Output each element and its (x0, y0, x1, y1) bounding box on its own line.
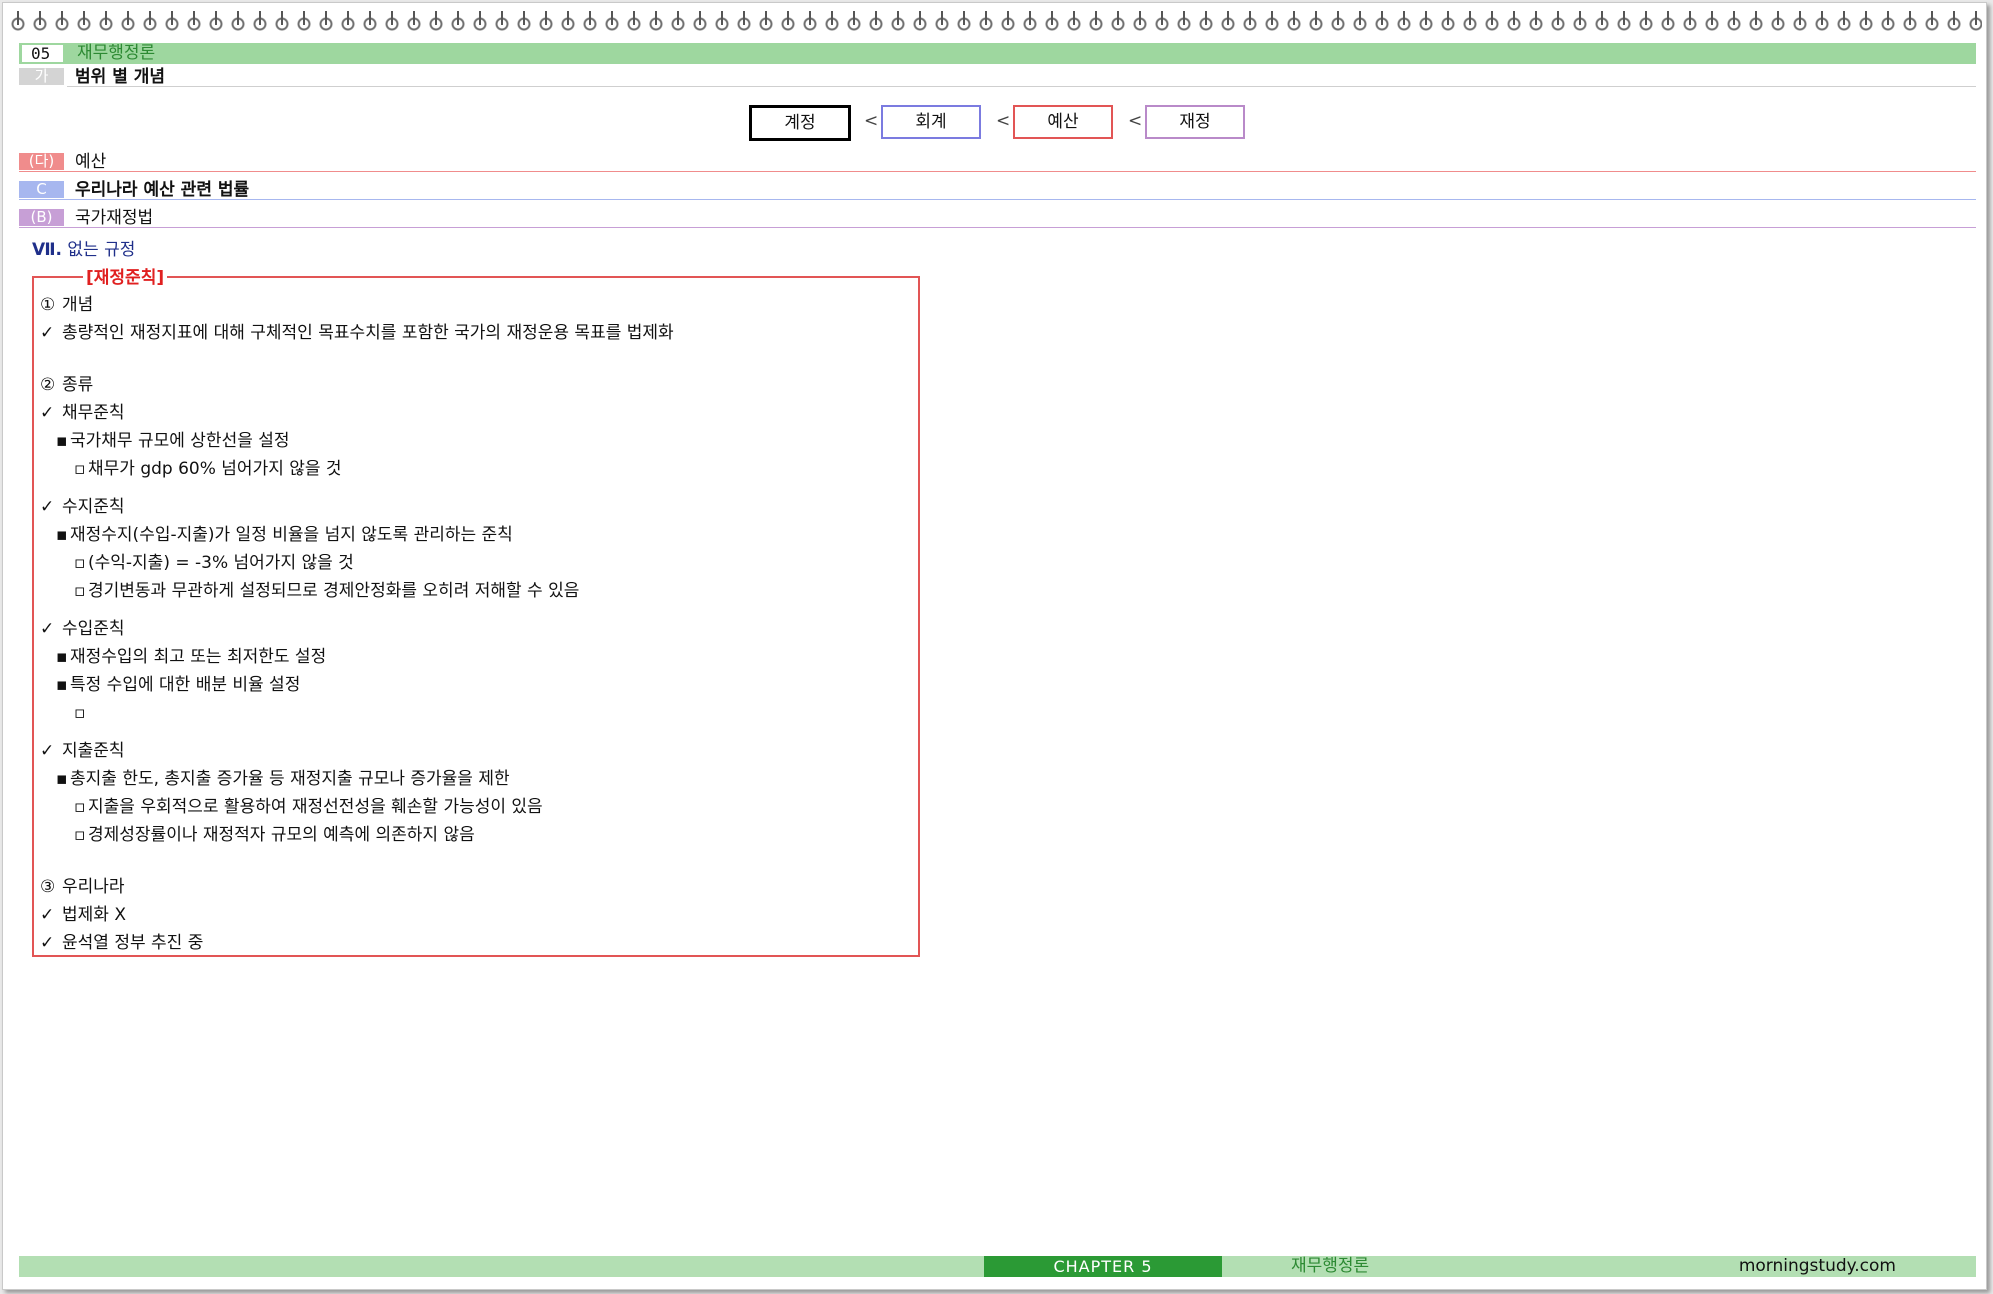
square-bullet-icon: ▪ (56, 647, 68, 667)
check-icon: ✓ (40, 905, 55, 925)
item-text: 법제화 X (62, 905, 126, 925)
less-than-sign: < (996, 111, 1011, 131)
check-icon: ✓ (40, 497, 55, 517)
item-text: (수익-지출) = -3% 넘어가지 않을 것 (88, 553, 354, 573)
item-text: 개념 (62, 295, 94, 315)
chapter-number: 05 (22, 45, 63, 62)
subheading-title: 없는 규정 (67, 240, 136, 260)
list-item: ▪ 총지출 한도, 총지출 증가율 등 재정지출 규모나 증가율을 제한 (56, 768, 510, 790)
footer-site: morningstudy.com (1738, 1256, 1896, 1276)
section-title: 범위 별 개념 (75, 67, 166, 87)
hollow-square-bullet-icon: ▫ (74, 581, 86, 601)
section-rule (19, 227, 1976, 228)
section-rule (19, 199, 1976, 200)
item-text: 국가채무 규모에 상한선을 설정 (70, 431, 290, 451)
section-tag: (다) (19, 153, 64, 170)
item-text: 지출준칙 (62, 741, 125, 761)
list-item: ▪ 특정 수입에 대한 배분 비율 설정 (56, 674, 300, 696)
square-bullet-icon: ▪ (56, 431, 68, 451)
list-item: ✓ 지출준칙 (40, 740, 125, 762)
concept-box-finance: 재정 (1145, 105, 1245, 139)
hollow-square-bullet-icon: ▫ (74, 825, 86, 845)
hollow-square-bullet-icon: ▫ (74, 703, 86, 723)
concept-box-budget: 예산 (1013, 105, 1113, 139)
fiscal-rules-box: [재정준칙] ① 개념 ✓ 총량적인 재정지표에 대해 구체적인 목표수치를 포함한… (32, 269, 920, 957)
chapter-header: 05 재무행정론 (19, 43, 1976, 64)
square-bullet-icon: ▪ (56, 525, 68, 545)
item-text: 종류 (62, 375, 94, 395)
concept-box-accounting: 회계 (881, 105, 981, 139)
section-tag: 가 (19, 68, 64, 85)
hollow-square-bullet-icon: ▫ (74, 553, 86, 573)
item-text: 지출을 우회적으로 활용하여 재정선전성을 훼손할 가능성이 있음 (88, 797, 543, 817)
item-text: 특정 수입에 대한 배분 비율 설정 (70, 675, 301, 695)
list-item: ② 종류 (40, 374, 93, 396)
section-title: 예산 (75, 152, 107, 172)
section-heading-da: (다) 예산 (19, 151, 1976, 173)
footer-title: 재무행정론 (1291, 1256, 1370, 1276)
concept-box-account: 계정 (749, 105, 851, 141)
list-item: ▫ 지출을 우회적으로 활용하여 재정선전성을 훼손할 가능성이 있음 (74, 796, 543, 818)
box-legend: [재정준칙] (83, 269, 168, 287)
section-tag: C (19, 181, 64, 198)
less-than-sign: < (864, 111, 879, 131)
list-item: ▫ 경기변동과 무관하게 설정되므로 경제안정화를 오히려 저해할 수 있음 (74, 580, 579, 602)
check-icon: ✓ (40, 619, 55, 639)
list-item: ▪ 재정수입의 최고 또는 최저한도 설정 (56, 646, 326, 668)
circled-number-marker: ② (40, 375, 56, 395)
section-rule (19, 171, 1976, 172)
check-icon: ✓ (40, 741, 55, 761)
item-text: 윤석열 정부 추진 중 (62, 933, 204, 953)
less-than-sign: < (1128, 111, 1143, 131)
list-item: ▪ 국가채무 규모에 상한선을 설정 (56, 430, 290, 452)
square-bullet-icon: ▪ (56, 769, 68, 789)
hollow-square-bullet-icon: ▫ (74, 459, 86, 479)
circled-number-marker: ③ (40, 877, 56, 897)
subheading: Ⅶ. 없는 규정 (32, 235, 135, 260)
square-bullet-icon: ▪ (56, 675, 68, 695)
item-text: 채무가 gdp 60% 넘어가지 않을 것 (88, 459, 342, 479)
section-heading-b: (B) 국가재정법 (19, 207, 1976, 229)
section-rule (67, 86, 1976, 87)
list-item: ▫ 채무가 gdp 60% 넘어가지 않을 것 (74, 458, 342, 480)
chapter-title: 재무행정론 (77, 43, 156, 63)
page: 05 재무행정론 가 범위 별 개념 계정 < 회계 < 예산 < 재정 (다)… (2, 2, 1987, 1290)
item-text: 재정수입의 최고 또는 최저한도 설정 (70, 647, 327, 667)
hollow-square-bullet-icon: ▫ (74, 797, 86, 817)
list-item: ▪ 재정수지(수입-지출)가 일정 비율을 넘지 않도록 관리하는 준칙 (56, 524, 513, 546)
item-text: 재정수지(수입-지출)가 일정 비율을 넘지 않도록 관리하는 준칙 (70, 525, 513, 545)
item-text: 수입준칙 (62, 619, 125, 639)
circled-number-marker: ① (40, 295, 56, 315)
item-text: 총지출 한도, 총지출 증가율 등 재정지출 규모나 증가율을 제한 (70, 769, 510, 789)
section-title: 국가재정법 (75, 208, 154, 228)
section-heading-ga: 가 범위 별 개념 (19, 66, 1976, 88)
list-item: ▫ (수익-지출) = -3% 넘어가지 않을 것 (74, 552, 354, 574)
item-text: 채무준칙 (62, 403, 125, 423)
section-title: 우리나라 예산 관련 법률 (75, 180, 250, 200)
list-item: ▫ (74, 702, 88, 724)
list-item: ✓ 윤석열 정부 추진 중 (40, 932, 203, 954)
item-text: 경제성장률이나 재정적자 규모의 예측에 의존하지 않음 (88, 825, 475, 845)
roman-numeral: Ⅶ. (32, 240, 63, 260)
list-item: ✓ 총량적인 재정지표에 대해 구체적인 목표수치를 포함한 국가의 재정운용 목… (40, 322, 674, 344)
section-tag: (B) (19, 209, 64, 226)
list-item: ✓ 법제화 X (40, 904, 126, 926)
list-item: ✓ 수입준칙 (40, 618, 125, 640)
list-item: ✓ 수지준칙 (40, 496, 125, 518)
list-item: ③ 우리나라 (40, 876, 125, 898)
list-item: ① 개념 (40, 294, 93, 316)
page-footer: CHAPTER 5 재무행정론 morningstudy.com (19, 1256, 1976, 1277)
spiral-binding (7, 3, 1982, 33)
section-heading-c: C 우리나라 예산 관련 법률 (19, 179, 1976, 201)
item-text: 총량적인 재정지표에 대해 구체적인 목표수치를 포함한 국가의 재정운용 목표… (62, 323, 674, 343)
item-text: 경기변동과 무관하게 설정되므로 경제안정화를 오히려 저해할 수 있음 (88, 581, 580, 601)
list-item: ▫ 경제성장률이나 재정적자 규모의 예측에 의존하지 않음 (74, 824, 475, 846)
footer-chapter: CHAPTER 5 (984, 1256, 1222, 1277)
list-item: ✓ 채무준칙 (40, 402, 125, 424)
item-text: 우리나라 (62, 877, 125, 897)
check-icon: ✓ (40, 933, 55, 953)
check-icon: ✓ (40, 403, 55, 423)
item-text: 수지준칙 (62, 497, 125, 517)
check-icon: ✓ (40, 323, 55, 343)
